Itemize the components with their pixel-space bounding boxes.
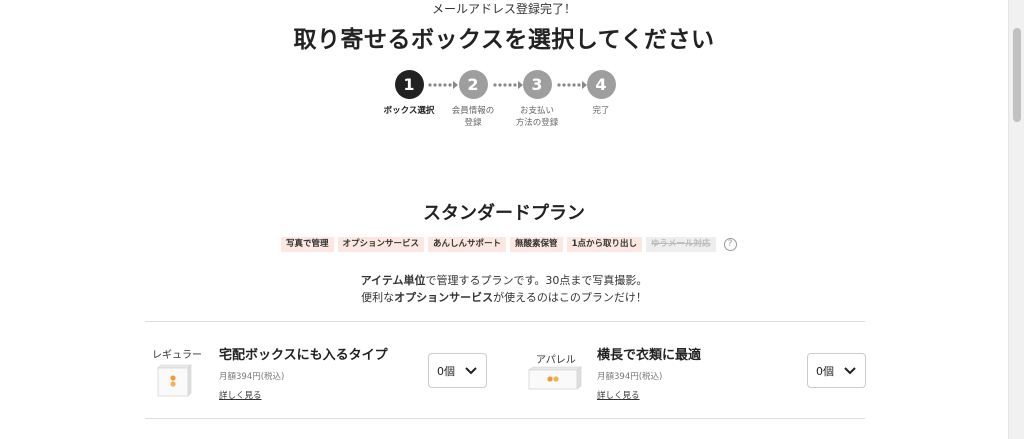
quantity-select-regular[interactable]: 0個 bbox=[428, 353, 487, 388]
quantity-value: 0個 bbox=[437, 364, 455, 378]
registration-complete-text: メールアドレス登録完了！ bbox=[431, 2, 576, 16]
box-price: 月額394円(税込) bbox=[219, 372, 285, 382]
box-price: 月額394円(税込) bbox=[597, 372, 663, 382]
vertical-scrollbar[interactable] bbox=[1008, 0, 1024, 439]
plan-title: スタンダードプラン bbox=[423, 203, 585, 224]
plan-description-line-1: アイテム単位で管理するプランです。30点まで写真撮影。 bbox=[0, 272, 1008, 289]
step-label: 会員情報の 登録 bbox=[451, 106, 495, 128]
emphasis-text: オプションサービス bbox=[394, 291, 494, 304]
apparel-box-icon bbox=[528, 366, 582, 390]
box-title: 宅配ボックスにも入るタイプ bbox=[219, 348, 388, 363]
plan-description-line-2: 便利なオプションサービスが使えるのはこのプランだけ！ bbox=[0, 289, 1008, 306]
step-4: 4 完了 bbox=[571, 70, 631, 117]
help-icon[interactable]: ? bbox=[723, 237, 737, 251]
step-number: 3 bbox=[522, 70, 552, 99]
step-number: 2 bbox=[458, 70, 488, 99]
step-1: 1 ボックス選択 bbox=[379, 70, 439, 117]
details-link[interactable]: 詳しく見る bbox=[597, 389, 640, 401]
page-title: 取り寄せるボックスを選択してください bbox=[293, 27, 715, 53]
feature-tag-disabled: ゆうメール対応 bbox=[645, 236, 716, 252]
box-title: 横長で衣類に最適 bbox=[597, 348, 702, 363]
description-text: が使えるのはこのプランだけ！ bbox=[493, 291, 647, 304]
scrollbar-thumb[interactable] bbox=[1013, 28, 1021, 122]
emphasis-text: アイテム単位 bbox=[360, 274, 426, 287]
feature-tag: オプションサービス bbox=[337, 236, 425, 252]
box-type-label: レギュラー bbox=[152, 350, 202, 361]
quantity-value: 0個 bbox=[816, 364, 834, 378]
step-label: 完了 bbox=[592, 106, 610, 116]
description-text: 便利な bbox=[361, 291, 395, 304]
step-number: 1 bbox=[394, 70, 424, 99]
progress-steps: 1 ボックス選択 2 会員情報の 登録 3 お支払い 方法の登録 4 完了 bbox=[375, 70, 635, 130]
plan-feature-tags: 写真で管理 オプションサービス あんしんサポート 無酸素保管 1点から取り出し … bbox=[281, 236, 737, 252]
box-type-label: アパレル bbox=[536, 355, 576, 366]
step-label: お支払い 方法の登録 bbox=[515, 106, 559, 128]
chevron-down-icon bbox=[465, 367, 477, 375]
step-number: 4 bbox=[586, 70, 616, 99]
details-link[interactable]: 詳しく見る bbox=[219, 389, 262, 401]
divider bbox=[145, 418, 865, 419]
chevron-down-icon bbox=[844, 367, 856, 375]
quantity-select-apparel[interactable]: 0個 bbox=[807, 353, 866, 388]
feature-tag: 写真で管理 bbox=[281, 236, 334, 252]
feature-tag: 無酸素保管 bbox=[510, 236, 563, 252]
description-text: で管理するプランです。30点まで写真撮影。 bbox=[425, 274, 648, 287]
step-label: ボックス選択 bbox=[383, 106, 435, 116]
feature-tag: あんしんサポート bbox=[428, 236, 507, 252]
regular-box-icon bbox=[157, 364, 192, 397]
feature-tag: 1点から取り出し bbox=[566, 236, 642, 252]
plan-description: アイテム単位で管理するプランです。30点まで写真撮影。 便利なオプションサービス… bbox=[0, 272, 1008, 306]
divider bbox=[145, 321, 865, 322]
